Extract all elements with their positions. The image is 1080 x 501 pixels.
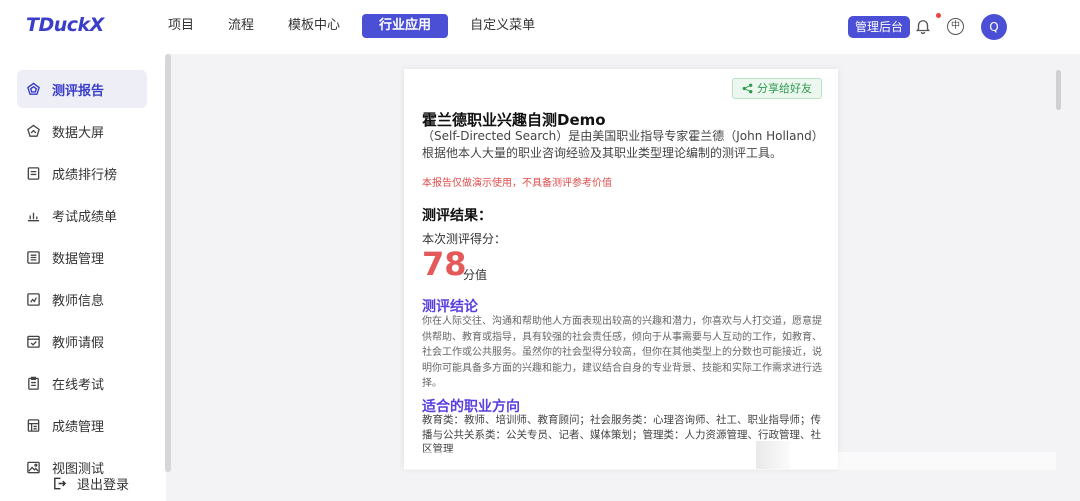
share-label: 分享给好友 (757, 82, 812, 95)
notification-dot (936, 13, 941, 18)
grade-icon (25, 417, 41, 433)
demo-warning: 本报告仅做演示使用，不具备测评参考价值 (422, 178, 612, 189)
clipboard-icon (25, 375, 41, 391)
admin-button[interactable]: 管理后台 (848, 16, 911, 38)
sidebar-item-label: 在线考试 (52, 377, 105, 393)
sidebar-item-label: 数据大屏 (52, 125, 105, 141)
sidebar-item-teacher-info[interactable]: 教师信息 (17, 280, 147, 318)
logout-icon (54, 477, 67, 490)
nav-projects[interactable]: 项目 (156, 14, 206, 38)
sidebar-item-report[interactable]: 测评报告 (17, 70, 147, 108)
logout-label: 退出登录 (77, 478, 130, 493)
brand-logo[interactable]: TDuckX (26, 14, 104, 36)
nav-custom-menu[interactable]: 自定义菜单 (458, 14, 547, 38)
checkbox-icon (25, 333, 41, 349)
sidebar-item-label: 教师请假 (52, 335, 105, 351)
share-icon (742, 83, 753, 94)
table-icon (25, 249, 41, 265)
conclusion-text: 你在人际交往、沟通和帮助他人方面表现出较高的兴趣和潜力，你喜欢与人打交道，愿意提… (422, 316, 822, 389)
scroll-fade (756, 441, 790, 469)
pentagon-icon (25, 81, 41, 97)
image-icon (25, 459, 41, 475)
logout-button[interactable]: 退出登录 (52, 474, 129, 493)
report-title: 霍兰德职业兴趣自测Demo (422, 111, 606, 129)
avatar[interactable]: Q (981, 14, 1007, 40)
sidebar-item-label: 成绩管理 (52, 419, 105, 435)
nav-industry[interactable]: 行业应用 (362, 14, 449, 38)
bell-icon[interactable] (914, 17, 932, 35)
sidebar: 测评报告 数据大屏 成绩排行榜 考试成绩单 数据管理 教师信息 教师请假 在线考… (0, 54, 166, 501)
list-icon (25, 165, 41, 181)
sidebar-item-transcript[interactable]: 考试成绩单 (17, 196, 147, 234)
result-heading: 测评结果： (422, 208, 492, 224)
share-button[interactable]: 分享给好友 (732, 78, 822, 99)
main-nav: 项目 流程 模板中心 行业应用 自定义菜单 (156, 14, 557, 38)
sidebar-item-grade-manage[interactable]: 成绩管理 (17, 406, 147, 444)
conclusion-heading: 测评结论 (422, 299, 478, 315)
language-icon[interactable]: 中 (947, 18, 964, 35)
score-unit: 分值 (463, 268, 488, 282)
page-footer-strip (404, 452, 1056, 470)
bar-chart-icon (25, 207, 41, 223)
report-card: 分享给好友 霍兰德职业兴趣自测Demo （Self-Directed Searc… (404, 69, 838, 469)
sidebar-item-label: 考试成绩单 (52, 209, 118, 225)
main-scrollbar[interactable] (1056, 70, 1061, 110)
nav-templates[interactable]: 模板中心 (276, 14, 352, 38)
sidebar-item-label: 成绩排行榜 (52, 167, 118, 183)
nav-workflow[interactable]: 流程 (216, 14, 266, 38)
sidebar-item-label: 教师信息 (52, 293, 105, 309)
report-description: （Self-Directed Search）是由美国职业指导专家霍兰德（John… (422, 129, 818, 160)
top-bar: TDuckX 项目 流程 模板中心 行业应用 自定义菜单 管理后台 中 Q (0, 0, 1080, 54)
score-value: 78 (422, 245, 467, 283)
sidebar-item-ranking[interactable]: 成绩排行榜 (17, 154, 147, 192)
sidebar-item-data-screen[interactable]: 数据大屏 (17, 112, 147, 150)
dashboard-icon (25, 123, 41, 139)
sidebar-scrollbar[interactable] (165, 54, 171, 472)
sidebar-item-teacher-leave[interactable]: 教师请假 (17, 322, 147, 360)
sidebar-item-label: 数据管理 (52, 251, 105, 267)
sidebar-item-online-exam[interactable]: 在线考试 (17, 364, 147, 402)
sidebar-item-label: 测评报告 (52, 83, 105, 99)
chart-box-icon (25, 291, 41, 307)
sidebar-item-data-manage[interactable]: 数据管理 (17, 238, 147, 276)
